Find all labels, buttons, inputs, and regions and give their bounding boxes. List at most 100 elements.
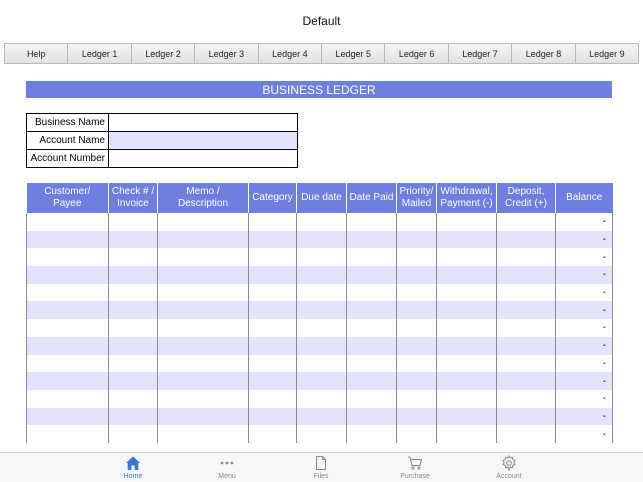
ledger-cell[interactable]: [26, 425, 109, 443]
ledger-cell[interactable]: [496, 266, 556, 284]
tab-help[interactable]: Help: [4, 43, 69, 64]
ledger-cell[interactable]: [496, 372, 556, 390]
ledger-cell[interactable]: [26, 266, 109, 284]
ledger-cell[interactable]: [396, 425, 437, 443]
ledger-cell[interactable]: [396, 389, 437, 408]
ledger-cell[interactable]: [346, 283, 397, 302]
ledger-cell[interactable]: [346, 354, 397, 373]
ledger-cell[interactable]: [248, 248, 297, 267]
ledger-cell[interactable]: [296, 389, 347, 408]
ledger-cell[interactable]: [157, 319, 249, 337]
ledger-cell[interactable]: [296, 407, 347, 426]
balance-cell[interactable]: -: [555, 230, 613, 249]
ledger-cell[interactable]: [496, 230, 556, 249]
ledger-cell[interactable]: [296, 319, 347, 337]
ledger-cell[interactable]: [436, 301, 497, 320]
ledger-cell[interactable]: [496, 425, 556, 443]
ledger-cell[interactable]: [296, 301, 347, 320]
ledger-cell[interactable]: [157, 283, 249, 302]
ledger-cell[interactable]: [496, 248, 556, 267]
balance-cell[interactable]: -: [555, 301, 613, 320]
ledger-cell[interactable]: [496, 213, 556, 231]
nav-account[interactable]: Account: [479, 455, 539, 480]
balance-cell[interactable]: -: [555, 336, 613, 355]
balance-cell[interactable]: -: [555, 283, 613, 302]
ledger-cell[interactable]: [396, 213, 437, 231]
ledger-cell[interactable]: [436, 248, 497, 267]
balance-cell[interactable]: -: [555, 319, 613, 337]
ledger-cell[interactable]: [296, 425, 347, 443]
balance-cell[interactable]: -: [555, 354, 613, 373]
ledger-cell[interactable]: [496, 319, 556, 337]
ledger-cell[interactable]: [296, 230, 347, 249]
ledger-cell[interactable]: [248, 336, 297, 355]
ledger-cell[interactable]: [157, 425, 249, 443]
ledger-cell[interactable]: [26, 354, 109, 373]
ledger-cell[interactable]: [157, 336, 249, 355]
ledger-cell[interactable]: [436, 266, 497, 284]
tab-ledger-5[interactable]: Ledger 5: [322, 43, 386, 64]
ledger-cell[interactable]: [296, 336, 347, 355]
ledger-cell[interactable]: [396, 230, 437, 249]
ledger-cell[interactable]: [157, 407, 249, 426]
ledger-cell[interactable]: [248, 407, 297, 426]
ledger-cell[interactable]: [108, 407, 158, 426]
balance-cell[interactable]: -: [555, 425, 613, 443]
balance-cell[interactable]: -: [555, 248, 613, 267]
ledger-cell[interactable]: [436, 372, 497, 390]
ledger-cell[interactable]: [108, 372, 158, 390]
ledger-cell[interactable]: [396, 354, 437, 373]
ledger-cell[interactable]: [26, 283, 109, 302]
ledger-cell[interactable]: [296, 283, 347, 302]
tab-ledger-8[interactable]: Ledger 8: [512, 43, 576, 64]
ledger-cell[interactable]: [346, 372, 397, 390]
ledger-cell[interactable]: [108, 283, 158, 302]
ledger-cell[interactable]: [436, 319, 497, 337]
ledger-cell[interactable]: [296, 372, 347, 390]
ledger-cell[interactable]: [346, 336, 397, 355]
ledger-cell[interactable]: [346, 266, 397, 284]
business-name-field[interactable]: [108, 113, 298, 132]
ledger-cell[interactable]: [26, 301, 109, 320]
ledger-cell[interactable]: [496, 336, 556, 355]
tab-ledger-2[interactable]: Ledger 2: [131, 43, 196, 64]
ledger-cell[interactable]: [248, 425, 297, 443]
nav-menu[interactable]: Menu: [197, 455, 257, 480]
nav-home[interactable]: Home: [103, 455, 163, 480]
ledger-cell[interactable]: [296, 266, 347, 284]
ledger-cell[interactable]: [346, 389, 397, 408]
balance-cell[interactable]: -: [555, 266, 613, 284]
ledger-cell[interactable]: [157, 248, 249, 267]
ledger-cell[interactable]: [26, 372, 109, 390]
ledger-cell[interactable]: [496, 283, 556, 302]
ledger-cell[interactable]: [26, 319, 109, 337]
account-number-field[interactable]: [108, 149, 298, 168]
ledger-cell[interactable]: [248, 213, 297, 231]
ledger-cell[interactable]: [436, 336, 497, 355]
ledger-cell[interactable]: [346, 248, 397, 267]
nav-purchase[interactable]: Purchase: [385, 455, 445, 480]
ledger-cell[interactable]: [436, 425, 497, 443]
ledger-cell[interactable]: [157, 389, 249, 408]
ledger-cell[interactable]: [436, 213, 497, 231]
ledger-cell[interactable]: [346, 407, 397, 426]
ledger-cell[interactable]: [26, 248, 109, 267]
tab-ledger-6[interactable]: Ledger 6: [385, 43, 449, 64]
tab-ledger-9[interactable]: Ledger 9: [575, 43, 640, 64]
balance-cell[interactable]: -: [555, 389, 613, 408]
ledger-cell[interactable]: [108, 230, 158, 249]
balance-cell[interactable]: -: [555, 372, 613, 390]
ledger-cell[interactable]: [396, 248, 437, 267]
ledger-cell[interactable]: [248, 354, 297, 373]
ledger-cell[interactable]: [496, 389, 556, 408]
ledger-cell[interactable]: [157, 230, 249, 249]
ledger-cell[interactable]: [436, 230, 497, 249]
ledger-cell[interactable]: [108, 425, 158, 443]
ledger-cell[interactable]: [346, 319, 397, 337]
ledger-cell[interactable]: [248, 372, 297, 390]
ledger-cell[interactable]: [108, 301, 158, 320]
ledger-cell[interactable]: [26, 389, 109, 408]
nav-files[interactable]: Files: [291, 455, 351, 480]
ledger-cell[interactable]: [26, 407, 109, 426]
ledger-cell[interactable]: [496, 354, 556, 373]
